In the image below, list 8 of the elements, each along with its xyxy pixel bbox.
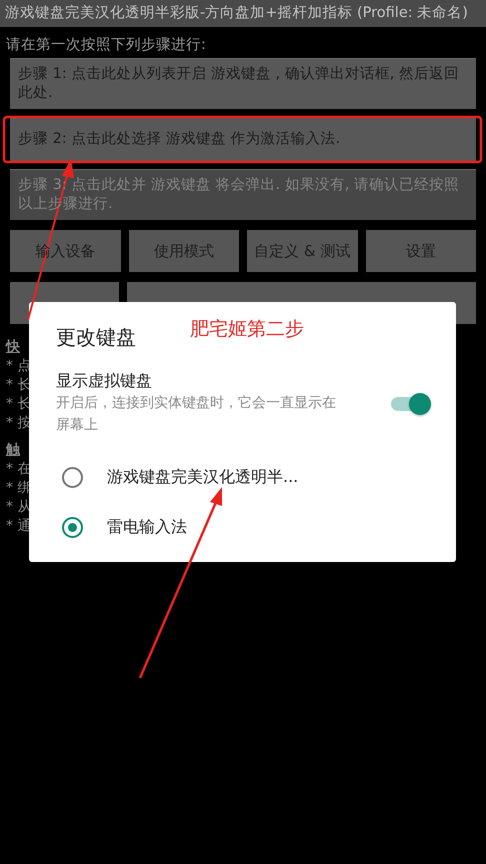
window-title: 游戏键盘完美汉化透明半彩版-方向盘加+摇杆加指标 (Profile: 未命名) (0, 0, 486, 27)
annotation-text: 肥宅姬第二步 (190, 317, 304, 342)
toggle-label: 显示虚拟键盘 (56, 371, 153, 392)
toggle-description: 开启后，连接到实体键盘时，它会一直显示在屏幕上 (56, 394, 337, 435)
help-heading: 触 (6, 441, 20, 460)
instruction-text: 请在第一次按照下列步骤进行: (5, 36, 207, 55)
help-heading: 快 (6, 338, 20, 357)
dialog-title: 更改键盘 (56, 324, 136, 351)
